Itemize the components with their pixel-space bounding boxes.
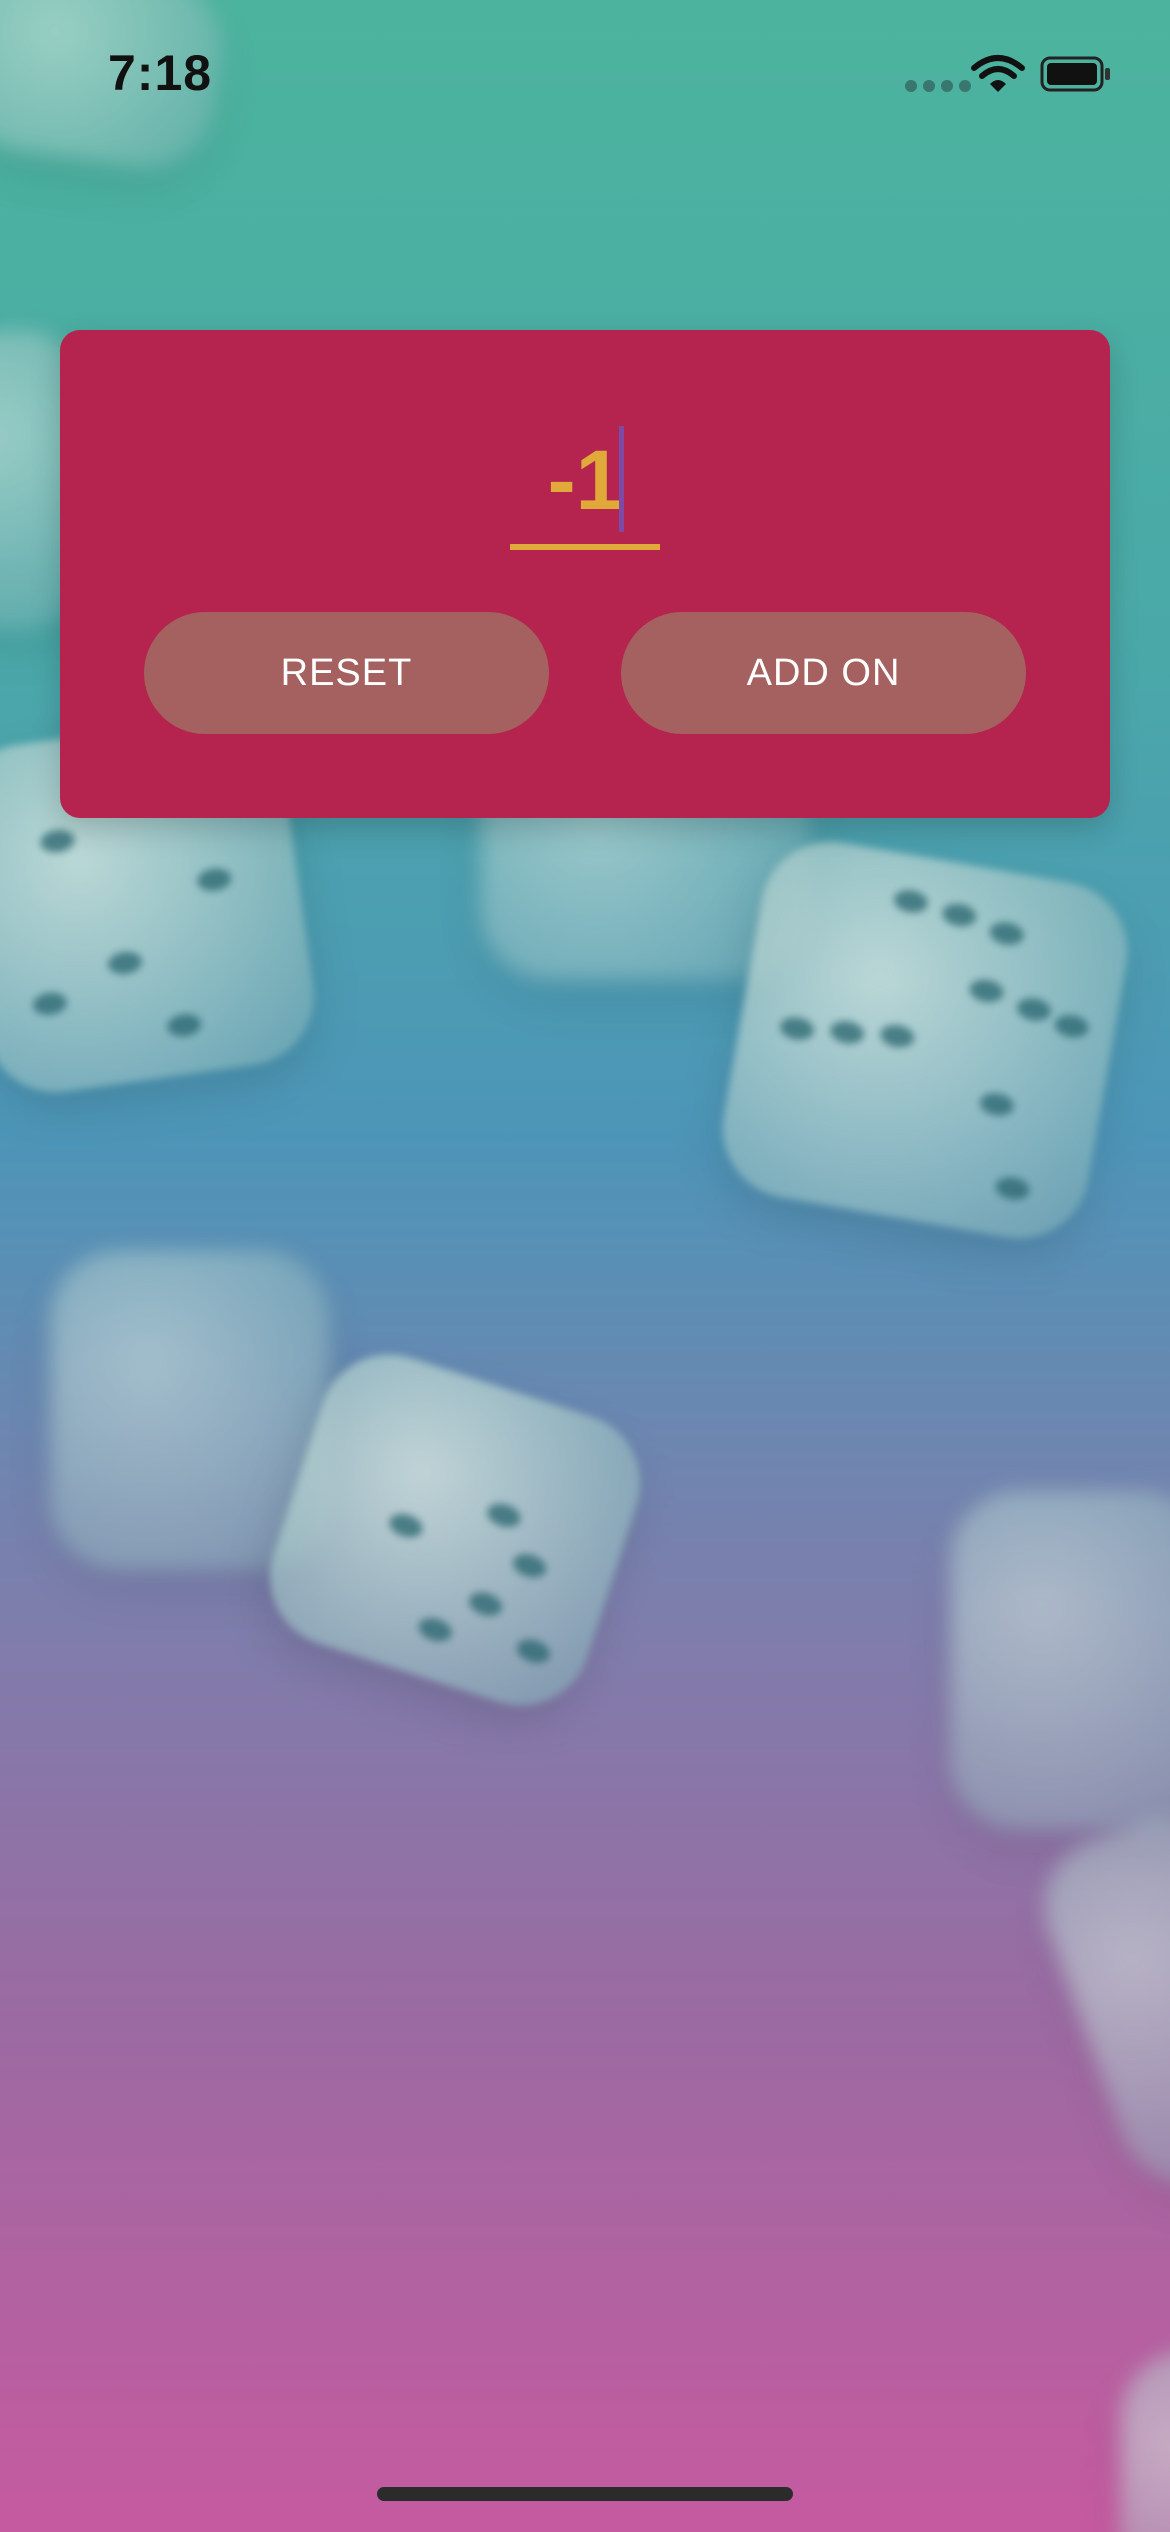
text-cursor (619, 426, 624, 532)
cellular-signal-dots-icon (905, 80, 971, 92)
battery-icon (1040, 56, 1110, 92)
add-on-button[interactable]: ADD ON (621, 612, 1026, 734)
wifi-icon (971, 55, 1025, 92)
input-underline (510, 544, 660, 550)
counter-value[interactable]: -1 (510, 430, 660, 530)
status-bar: 7:18 (0, 0, 1170, 140)
counter-card: -1 RESET ADD ON (60, 330, 1110, 818)
die-decoration (1120, 2350, 1170, 2532)
die-decoration (711, 830, 1139, 1250)
counter-value-field[interactable]: -1 (510, 410, 660, 550)
die-decoration (1024, 1796, 1170, 2204)
status-time: 7:18 (108, 45, 213, 101)
die-decoration (950, 1490, 1170, 1830)
home-indicator[interactable] (377, 2487, 793, 2501)
reset-button[interactable]: RESET (144, 612, 549, 734)
